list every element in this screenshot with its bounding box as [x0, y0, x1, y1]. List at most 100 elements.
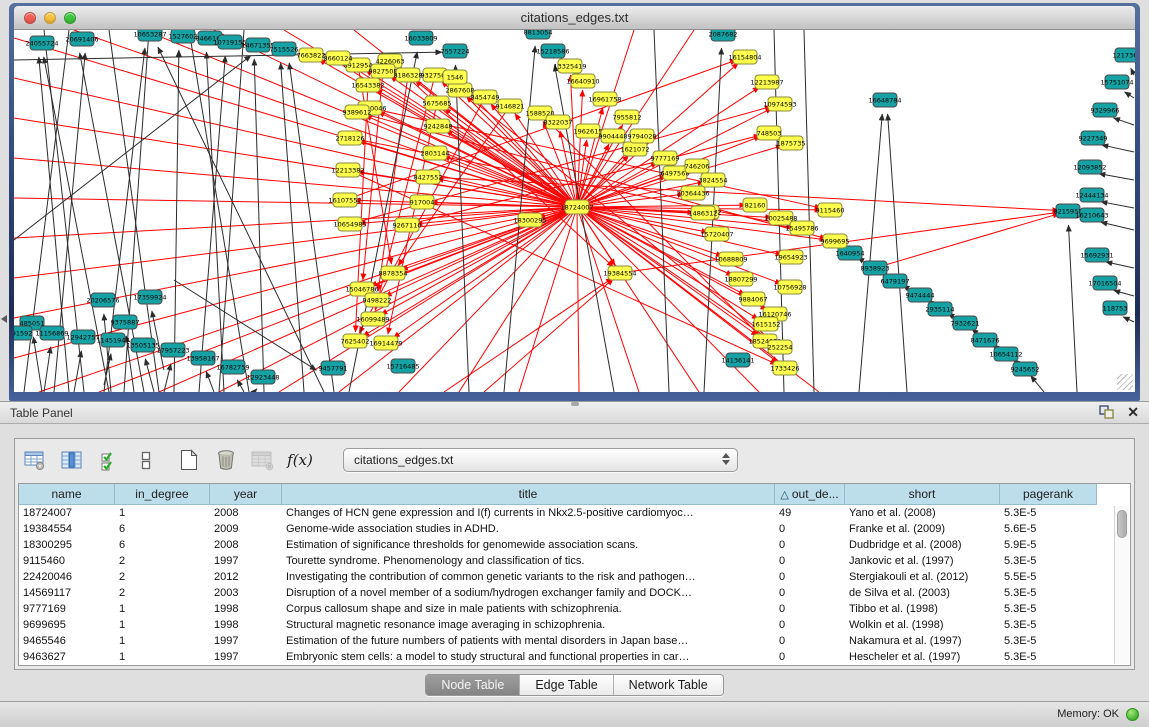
network-node[interactable]: 5675685	[423, 96, 452, 110]
close-window-icon[interactable]	[24, 12, 36, 24]
network-node[interactable]: 9329966	[1091, 103, 1120, 117]
network-node[interactable]: 16107552	[328, 193, 361, 207]
network-node[interactable]: 9115460	[816, 203, 845, 217]
network-node[interactable]: 7515526	[270, 42, 299, 56]
network-node[interactable]: 18300295	[513, 213, 546, 227]
network-node[interactable]: 746206	[685, 159, 710, 173]
network-node[interactable]: 15716485	[386, 359, 419, 373]
network-edge[interactable]	[1068, 225, 1077, 392]
table-scrollbar[interactable]	[1114, 506, 1129, 664]
collapse-panel-arrow-icon[interactable]	[1, 315, 7, 323]
network-node[interactable]: 24055724	[25, 36, 58, 50]
network-node[interactable]: 12213987	[750, 75, 783, 89]
network-node[interactable]: 9242848	[424, 119, 453, 133]
network-node[interactable]: 1546	[443, 70, 467, 84]
network-edge[interactable]	[158, 47, 324, 392]
table-row[interactable]: 1872400712008Changes of HCN gene express…	[19, 505, 1130, 521]
network-node[interactable]: 13505135	[126, 338, 159, 352]
column-header-year[interactable]: year	[210, 484, 282, 505]
network-edge[interactable]	[254, 389, 257, 392]
network-edge[interactable]	[289, 63, 334, 392]
network-node[interactable]: 1621072	[621, 142, 650, 156]
network-edge[interactable]	[74, 351, 81, 392]
table-row[interactable]: 946554611997Estimation of the future num…	[19, 633, 1130, 649]
network-edge[interactable]	[804, 30, 814, 392]
network-edge[interactable]	[33, 337, 42, 392]
network-node[interactable]: 15751074	[1100, 75, 1133, 89]
network-node[interactable]: 1486312	[689, 206, 718, 220]
network-node[interactable]: 2087682	[709, 30, 738, 41]
network-node[interactable]: 9267110	[393, 218, 422, 232]
network-node[interactable]: 16210643	[1075, 208, 1108, 222]
window-titlebar[interactable]: citations_edges.txt	[14, 6, 1135, 30]
network-node[interactable]: 19654923	[774, 250, 807, 264]
network-node[interactable]: 8813054	[524, 30, 553, 39]
network-node[interactable]: 6479197	[881, 274, 910, 288]
network-view[interactable]: 2405572420691406106532871527602846616010…	[14, 30, 1135, 392]
delete-table-button[interactable]	[251, 449, 275, 471]
network-node[interactable]: 17359924	[133, 290, 166, 304]
network-node[interactable]: 13958167	[186, 351, 219, 365]
network-node[interactable]: 118753	[1103, 301, 1128, 315]
network-edge[interactable]	[174, 50, 179, 392]
network-edge[interactable]	[570, 75, 577, 207]
network-node[interactable]: 16033809	[404, 31, 437, 45]
table-row[interactable]: 2242004622012Investigating the contribut…	[19, 569, 1130, 585]
network-node[interactable]: 12444134	[1075, 188, 1108, 202]
split-handle[interactable]	[571, 402, 579, 406]
network-node[interactable]: 1733426	[771, 361, 800, 375]
network-node[interactable]: 11451947	[96, 333, 129, 347]
network-node[interactable]: 18807299	[724, 272, 757, 286]
network-node[interactable]: 13325419	[553, 59, 586, 73]
tab-network-table[interactable]: Network Table	[614, 675, 723, 695]
network-edge[interactable]	[888, 114, 907, 392]
network-node[interactable]: 15720407	[700, 227, 733, 241]
table-row[interactable]: 1938455462009Genome-wide association stu…	[19, 521, 1130, 537]
network-edge[interactable]	[1101, 202, 1134, 208]
column-header-out_de[interactable]: △out_de...	[775, 484, 845, 505]
network-node[interactable]: 17957223	[156, 343, 189, 357]
network-edge[interactable]	[237, 380, 244, 392]
network-edge[interactable]	[1099, 174, 1134, 180]
network-node[interactable]: 10688809	[714, 252, 747, 266]
tab-edge-table[interactable]: Edge Table	[520, 675, 613, 695]
network-edge[interactable]	[254, 59, 264, 392]
delete-rows-trash-button[interactable]	[214, 449, 238, 471]
scrollbar-thumb[interactable]	[1117, 510, 1127, 538]
network-node[interactable]: 9389612	[343, 105, 372, 119]
network-edge[interactable]	[44, 347, 51, 392]
row-height-button[interactable]	[134, 449, 158, 471]
network-node[interactable]: 16782759	[216, 360, 249, 374]
network-node[interactable]: 8322037	[544, 115, 573, 129]
network-node[interactable]: 9904448	[599, 129, 628, 143]
network-node[interactable]: 2935114	[926, 302, 955, 316]
network-node[interactable]: 9375887	[111, 315, 140, 329]
network-node[interactable]: 1875735	[777, 136, 806, 150]
network-node[interactable]: 391592	[14, 326, 32, 340]
table-row[interactable]: 977716911998Corpus callosum shape and si…	[19, 601, 1130, 617]
network-node[interactable]: 7625402	[341, 334, 370, 348]
float-panel-icon[interactable]	[1099, 405, 1115, 419]
network-node[interactable]: 1217364	[1113, 48, 1135, 62]
table-row[interactable]: 1456911722003Disruption of a novel membe…	[19, 585, 1130, 601]
network-node[interactable]: 16648784	[868, 93, 901, 107]
network-node[interactable]: 10653287	[133, 30, 166, 41]
network-edge[interactable]	[1114, 290, 1134, 296]
network-node[interactable]: 748503	[757, 126, 782, 140]
column-header-title[interactable]: title	[282, 484, 775, 505]
network-node[interactable]: 12942757	[66, 330, 99, 344]
network-node[interactable]: 8186328	[394, 68, 423, 82]
network-edge[interactable]	[39, 207, 577, 392]
network-node[interactable]: 8471676	[971, 333, 1000, 347]
network-edge[interactable]	[206, 371, 214, 392]
network-node[interactable]: 9884067	[739, 292, 768, 306]
network-node[interactable]: 7557224	[441, 44, 470, 58]
network-node[interactable]: 18724007	[560, 200, 593, 214]
network-edge[interactable]	[1123, 317, 1134, 322]
network-node[interactable]: 16543382	[351, 78, 384, 92]
table-row[interactable]: 1830029562008Estimation of significance …	[19, 537, 1130, 553]
network-edge[interactable]	[1114, 118, 1134, 125]
network-edge[interactable]	[519, 207, 577, 392]
network-node[interactable]: 82160	[743, 198, 767, 212]
row-select-checks-button[interactable]	[97, 449, 121, 471]
